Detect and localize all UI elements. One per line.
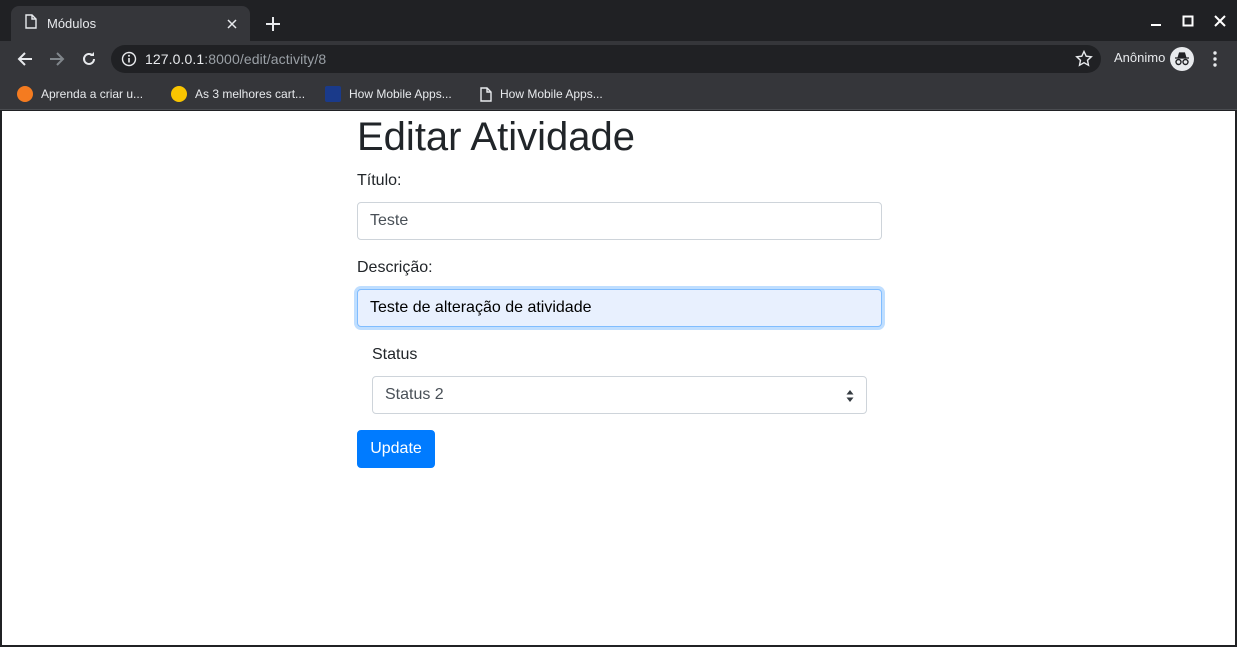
bookmark-star-icon[interactable] <box>1075 49 1093 68</box>
bookmarks-bar: Aprenda a criar u... As 3 melhores cart.… <box>0 77 1237 110</box>
description-input[interactable]: Teste de alteração de atividade <box>357 289 882 327</box>
bookmark-item[interactable]: How Mobile Apps... <box>480 84 603 104</box>
description-label: Descrição: <box>357 259 433 276</box>
close-tab-icon[interactable] <box>224 16 240 32</box>
close-window-icon[interactable] <box>1209 10 1231 32</box>
bookmark-label: Aprenda a criar u... <box>41 87 144 101</box>
url-host: 127.0.0.1 <box>145 51 205 67</box>
bookmark-favicon-icon <box>325 86 341 102</box>
title-input[interactable]: Teste <box>357 202 882 240</box>
status-label: Status <box>372 346 418 363</box>
bookmark-label: As 3 melhores cart... <box>195 87 306 101</box>
update-button[interactable]: Update <box>357 430 435 468</box>
url-text: 127.0.0.1:8000/edit/activity/8 <box>145 51 326 67</box>
bookmark-label: How Mobile Apps... <box>349 87 452 101</box>
select-arrows-icon <box>846 389 854 403</box>
page-viewport: Editar Atividade Título: Teste Descrição… <box>2 111 1235 645</box>
bookmark-favicon-icon <box>171 86 187 102</box>
page-icon <box>25 13 37 34</box>
bookmark-item[interactable]: As 3 melhores cart... <box>171 84 305 104</box>
site-info-icon[interactable] <box>121 51 137 67</box>
status-select[interactable]: Status 2 <box>372 376 867 414</box>
url-path: :8000/edit/activity/8 <box>204 51 327 67</box>
window-frame-left <box>0 111 2 647</box>
page-title: Editar Atividade <box>357 115 635 159</box>
edit-activity-form: Editar Atividade Título: Teste Descrição… <box>357 111 882 468</box>
incognito-icon[interactable] <box>1170 47 1194 71</box>
browser-toolbar: 127.0.0.1:8000/edit/activity/8 Anônimo <box>0 41 1237 77</box>
tab-strip: Módulos <box>0 0 1237 41</box>
new-tab-icon[interactable] <box>262 13 284 35</box>
profile-label[interactable]: Anônimo <box>1114 50 1165 65</box>
maximize-icon[interactable] <box>1177 10 1199 32</box>
forward-arrow-icon[interactable] <box>46 48 68 70</box>
minimize-icon[interactable] <box>1145 10 1167 32</box>
status-selected-value: Status 2 <box>385 386 444 403</box>
browser-tab[interactable]: Módulos <box>11 6 250 41</box>
bookmark-label: How Mobile Apps... <box>500 87 603 101</box>
more-menu-icon[interactable] <box>1206 49 1224 69</box>
bookmark-favicon-icon <box>17 86 33 102</box>
address-bar[interactable]: 127.0.0.1:8000/edit/activity/8 <box>111 45 1101 73</box>
bookmark-item[interactable]: Aprenda a criar u... <box>17 84 143 104</box>
back-arrow-icon[interactable] <box>14 48 36 70</box>
page-icon <box>480 86 492 102</box>
title-label: Título: <box>357 172 402 189</box>
reload-icon[interactable] <box>78 48 100 70</box>
bookmark-item[interactable]: How Mobile Apps... <box>325 84 452 104</box>
tab-title: Módulos <box>47 16 97 31</box>
